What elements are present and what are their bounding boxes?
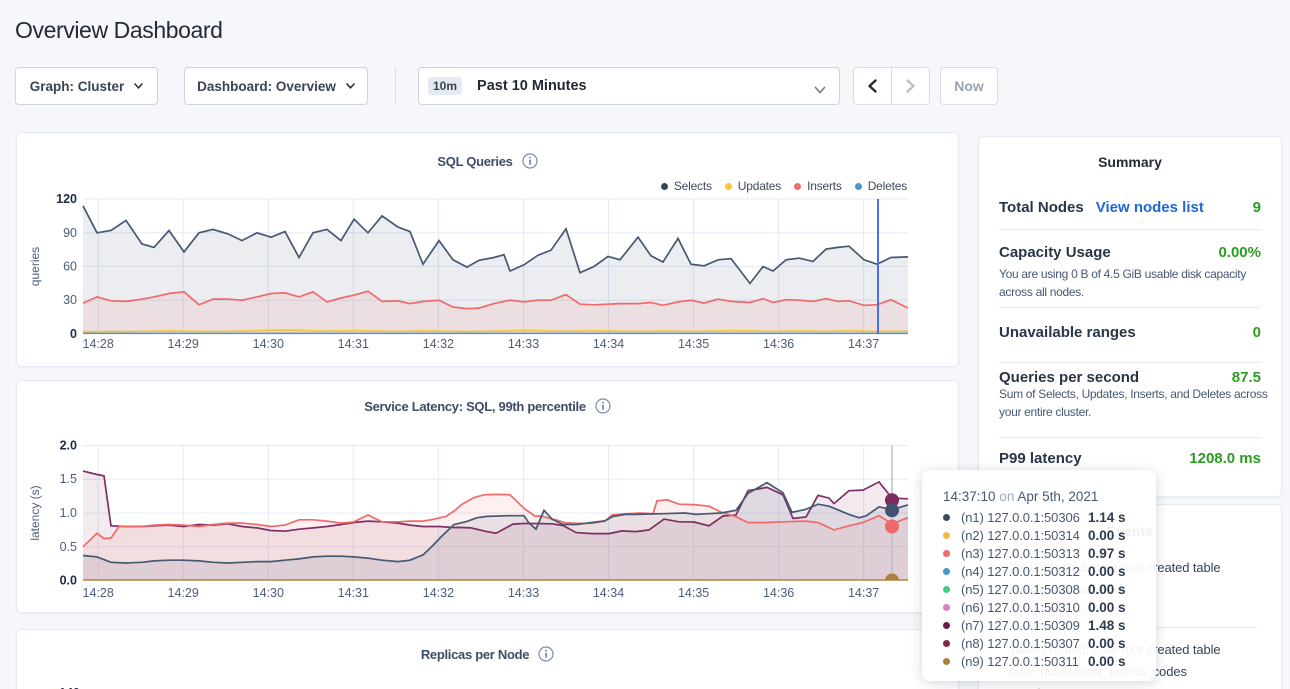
svg-text:14:33: 14:33 <box>508 337 539 351</box>
svg-text:0.5: 0.5 <box>60 540 77 554</box>
svg-text:14:32: 14:32 <box>423 586 454 600</box>
svg-text:14:37: 14:37 <box>848 337 879 351</box>
svg-text:14:31: 14:31 <box>338 586 369 600</box>
svg-text:14:34: 14:34 <box>593 337 624 351</box>
svg-text:14:29: 14:29 <box>168 586 199 600</box>
svg-text:1.0: 1.0 <box>60 506 77 520</box>
svg-text:14:36: 14:36 <box>763 337 794 351</box>
svg-text:1.5: 1.5 <box>60 472 77 486</box>
svg-text:14:33: 14:33 <box>508 586 539 600</box>
svg-text:14:35: 14:35 <box>678 337 709 351</box>
svg-text:14:28: 14:28 <box>83 337 114 351</box>
svg-text:2.0: 2.0 <box>60 439 77 453</box>
svg-text:120: 120 <box>56 192 77 206</box>
svg-text:14:31: 14:31 <box>338 337 369 351</box>
svg-text:60: 60 <box>63 260 77 274</box>
svg-text:14:30: 14:30 <box>253 337 284 351</box>
svg-text:14:34: 14:34 <box>593 586 624 600</box>
svg-text:14:35: 14:35 <box>678 586 709 600</box>
svg-text:30: 30 <box>63 293 77 307</box>
svg-text:queries: queries <box>28 247 42 286</box>
svg-text:14:32: 14:32 <box>423 337 454 351</box>
svg-text:14:36: 14:36 <box>763 586 794 600</box>
svg-text:14:28: 14:28 <box>83 586 114 600</box>
svg-text:14:37: 14:37 <box>848 586 879 600</box>
svg-text:90: 90 <box>63 226 77 240</box>
svg-text:14:30: 14:30 <box>253 586 284 600</box>
svg-text:0.0: 0.0 <box>60 574 77 588</box>
svg-text:14:29: 14:29 <box>168 337 199 351</box>
svg-text:0: 0 <box>70 327 77 341</box>
svg-text:latency (s): latency (s) <box>28 485 42 540</box>
